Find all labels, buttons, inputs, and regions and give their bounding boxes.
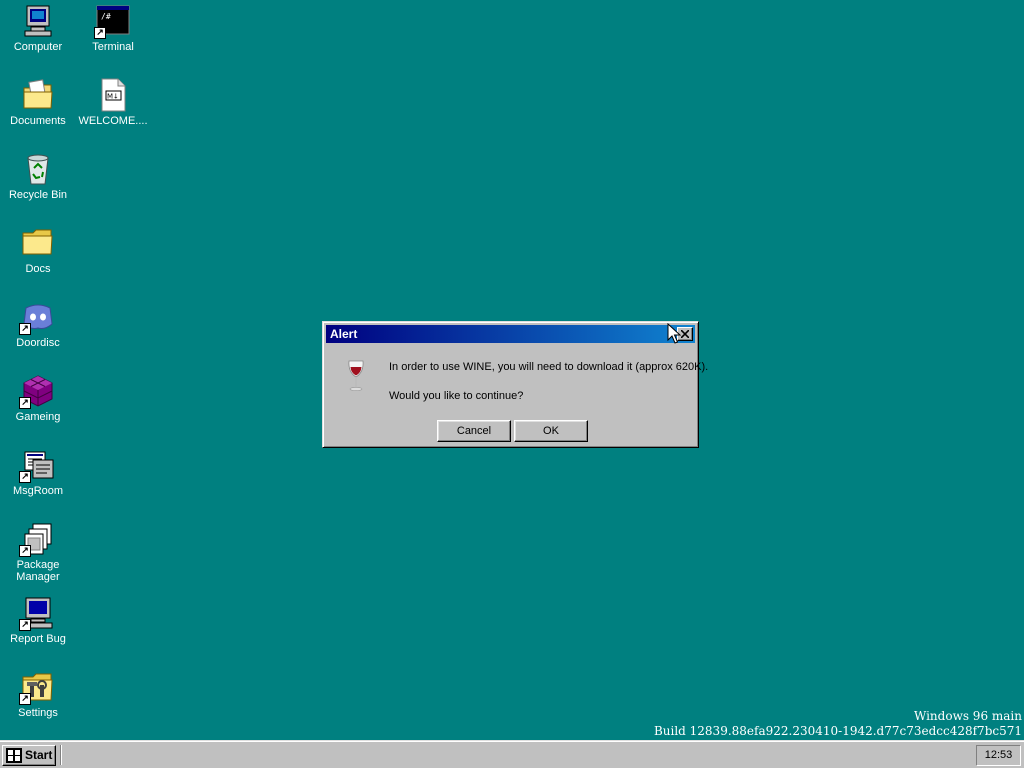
desktop-icon-doordisc[interactable]: ↗ Doordisc	[2, 300, 74, 349]
desktop-icon-msgroom[interactable]: ↗ MsgRoom	[2, 448, 74, 497]
desktop-icon-label: Package Manager	[16, 559, 60, 583]
desktop-icon-settings[interactable]: ↗ Settings	[2, 670, 74, 719]
svg-text:/#: /#	[101, 12, 111, 21]
desktop-icon-report-bug[interactable]: ↗ Report Bug	[2, 596, 74, 645]
desktop-icon-recycle-bin[interactable]: Recycle Bin	[2, 152, 74, 201]
gameing-icon: ↗	[19, 374, 55, 409]
shortcut-arrow-icon: ↗	[19, 619, 31, 631]
start-button[interactable]: Start	[2, 745, 56, 766]
documents-folder-icon	[21, 78, 55, 112]
shortcut-arrow-icon: ↗	[19, 471, 31, 483]
settings-icon: ↗	[19, 670, 55, 705]
desktop-icon-gameing[interactable]: ↗ Gameing	[2, 374, 74, 423]
system-tray-clock[interactable]: 12:53	[976, 745, 1021, 766]
desktop-icon-label: Docs	[25, 263, 51, 275]
terminal-icon: /# ↗	[94, 4, 130, 39]
dialog-title-bar[interactable]: Alert	[326, 325, 695, 343]
desktop-icon-welcome[interactable]: M↓ WELCOME....	[77, 78, 149, 127]
report-bug-icon: ↗	[19, 596, 55, 631]
dialog-question: Would you like to continue?	[389, 390, 524, 402]
desktop-icon-docs[interactable]: Docs	[2, 226, 74, 275]
package-manager-icon: ↗	[19, 522, 55, 557]
shortcut-arrow-icon: ↗	[94, 27, 106, 39]
desktop-icon-label: Terminal	[92, 41, 134, 53]
desktop-icon-terminal[interactable]: /# ↗ Terminal	[77, 4, 149, 53]
shortcut-arrow-icon: ↗	[19, 545, 31, 557]
mouse-cursor-icon	[667, 323, 681, 344]
shortcut-arrow-icon: ↗	[19, 693, 31, 705]
dialog-message: In order to use WINE, you will need to d…	[389, 361, 709, 373]
desktop-icon-label: Gameing	[15, 411, 61, 423]
desktop-icon-label: Doordisc	[16, 337, 60, 349]
computer-icon	[21, 4, 55, 38]
desktop-icon-label: Recycle Bin	[8, 189, 68, 201]
folder-icon	[21, 226, 55, 260]
doordisc-icon: ↗	[19, 300, 55, 335]
taskbar: Start 12:53	[0, 740, 1024, 768]
desktop-icon-label: MsgRoom	[12, 485, 64, 497]
desktop-icon-label: Computer	[13, 41, 63, 53]
desktop-icon-label: Documents	[10, 115, 66, 127]
desktop-icon-label: WELCOME....	[78, 115, 148, 127]
alert-dialog: Alert In order to use WINE, you will nee…	[322, 321, 708, 448]
taskbar-separator	[60, 745, 62, 765]
markdown-file-icon: M↓	[96, 78, 130, 112]
ok-button[interactable]: OK	[514, 420, 588, 442]
recycle-bin-icon	[21, 152, 55, 186]
desktop-icon-package-manager[interactable]: ↗ Package Manager	[2, 522, 74, 583]
watermark-edition: Windows 96 main	[913, 709, 1022, 723]
wine-glass-icon	[345, 358, 367, 394]
shortcut-arrow-icon: ↗	[19, 397, 31, 409]
build-watermark: Windows 96 main Build 12839.88efa922.230…	[654, 709, 1022, 739]
dialog-title: Alert	[330, 327, 358, 341]
desktop-icon-label: Settings	[18, 707, 58, 719]
shortcut-arrow-icon: ↗	[19, 323, 31, 335]
desktop-icon-computer[interactable]: Computer	[2, 4, 74, 53]
watermark-build: Build 12839.88efa922.230410-1942.d77c73e…	[653, 724, 1022, 738]
desktop-icon-label: Report Bug	[10, 633, 66, 645]
svg-text:M↓: M↓	[107, 93, 119, 101]
start-logo-icon	[6, 748, 22, 763]
msgroom-icon: ↗	[19, 448, 55, 483]
desktop-icon-documents[interactable]: Documents	[2, 78, 74, 127]
cancel-button[interactable]: Cancel	[437, 420, 511, 442]
start-label: Start	[25, 748, 53, 762]
close-icon	[681, 330, 689, 338]
